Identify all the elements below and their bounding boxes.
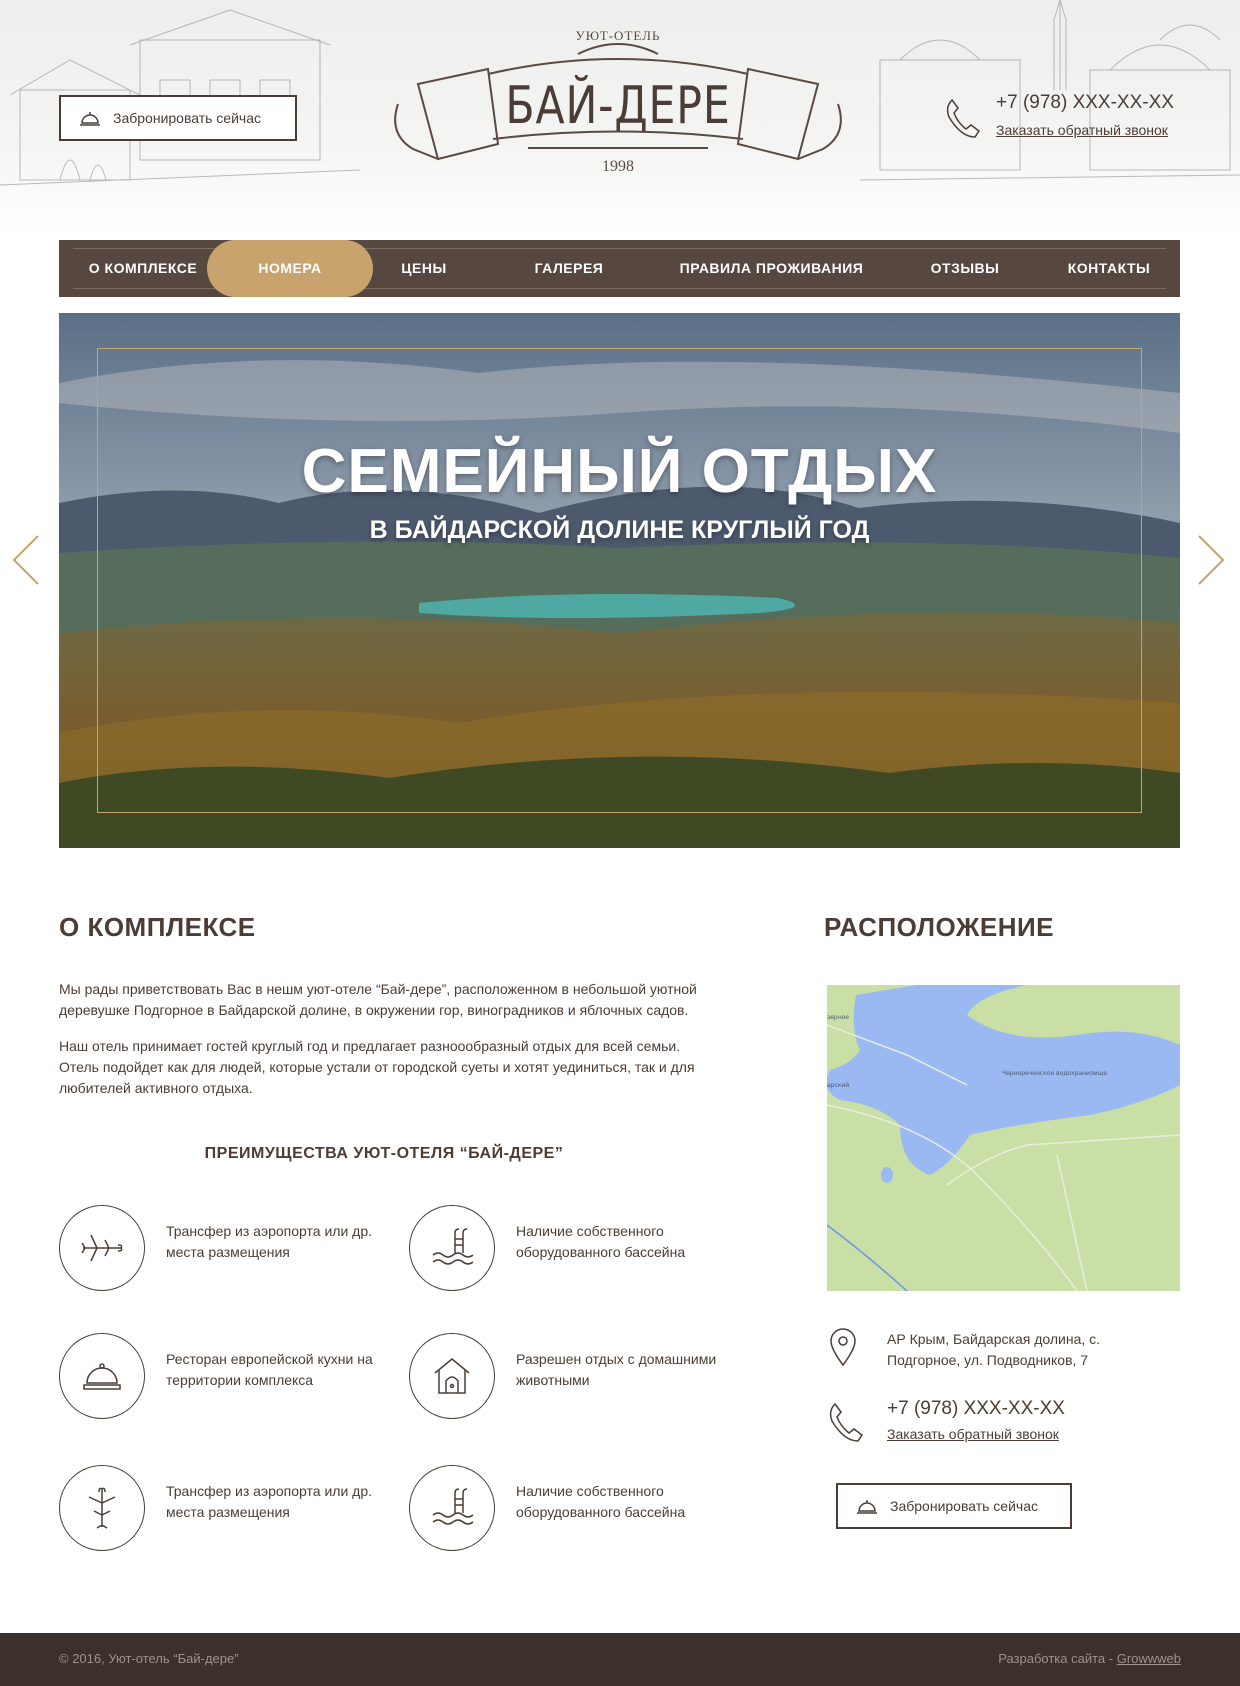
feature-item: Разрешен отдых с домашними животными <box>409 1333 729 1423</box>
footer-developer-link[interactable]: Growwweb <box>1117 1651 1181 1666</box>
about-paragraph-2: Наш отель принимает гостей круглый год и… <box>59 1038 695 1096</box>
airplane-icon <box>59 1465 145 1551</box>
logo-subtitle: УЮТ-ОТЕЛЬ <box>575 28 661 43</box>
header-callback-link[interactable]: Заказать обратный звонок <box>996 122 1168 138</box>
hero-frame <box>97 348 1142 813</box>
about-title: О КОМПЛЕКСЕ <box>59 912 256 942</box>
feature-item: Наличие собственного оборудованного басс… <box>409 1465 729 1555</box>
logo-name: БАЙ-ДЕРЕ <box>505 76 731 136</box>
hero-subtitle: В БАЙДАРСКОЙ ДОЛИНЕ КРУГЛЫЙ ГОД <box>369 516 870 544</box>
header: Забронировать сейчас УЮТ-ОТЕЛЬ БАЙ-ДЕРЕ … <box>0 0 1240 235</box>
chevron-left-icon[interactable] <box>10 532 42 588</box>
nav-item-rules[interactable]: ПРАВИЛА ПРОЖИВАНИЯ <box>659 240 884 297</box>
nav-item-contacts[interactable]: КОНТАКТЫ <box>1049 240 1169 297</box>
feature-text: Трансфер из аэропорта или др. места разм… <box>166 1483 373 1520</box>
map-label: арский <box>827 1082 849 1089</box>
feature-text: Ресторан европейской кухни на территории… <box>166 1351 373 1388</box>
cloche-icon <box>857 1500 877 1514</box>
address-row: АР Крым, Байдарская долина, с. Подгорное… <box>827 1325 1180 1385</box>
footer-copyright: © 2016, Уют-отель “Бай-дере” <box>59 1651 239 1666</box>
hotel-logo[interactable]: УЮТ-ОТЕЛЬ БАЙ-ДЕРЕ 1998 <box>378 24 858 184</box>
footer: © 2016, Уют-отель “Бай-дере” Разработка … <box>0 1633 1240 1686</box>
footer-developer: Разработка сайта - Growwweb <box>998 1651 1181 1666</box>
about-paragraph-1: Мы рады приветствовать Вас в нешм уют-от… <box>59 981 697 1018</box>
feature-item: Трансфер из аэропорта или др. места разм… <box>59 1465 379 1555</box>
location-title: РАСПОЛОЖЕНИЕ <box>824 912 1054 942</box>
hero-title: СЕМЕЙНЫЙ ОТДЫХ <box>301 437 938 506</box>
pool-icon <box>409 1205 495 1291</box>
location-map[interactable]: Чернореченское водохранилище зерное арск… <box>827 985 1180 1291</box>
header-phone-number[interactable]: +7 (978) XXX-XX-XX <box>996 92 1174 114</box>
nav-item-gallery[interactable]: ГАЛЕРЕЯ <box>514 240 624 297</box>
feature-item: Ресторан европейской кухни на территории… <box>59 1333 379 1423</box>
pet-house-icon <box>409 1333 495 1419</box>
book-now-label: Забронировать сейчас <box>113 110 261 126</box>
map-pin-icon <box>830 1328 856 1367</box>
main-nav: О КОМПЛЕКСЕ НОМЕРА ЦЕНЫ ГАЛЕРЕЯ ПРАВИЛА … <box>59 240 1180 297</box>
nav-item-about[interactable]: О КОМПЛЕКСЕ <box>73 240 213 297</box>
feature-text: Разрешен отдых с домашними животными <box>516 1351 717 1388</box>
feature-text: Наличие собственного оборудованного басс… <box>516 1223 686 1260</box>
chevron-right-icon[interactable] <box>1195 532 1227 588</box>
location-callback-link[interactable]: Заказать обратный звонок <box>887 1426 1059 1442</box>
feature-item: Наличие собственного оборудованного басс… <box>409 1205 729 1295</box>
logo-year: 1998 <box>602 158 634 175</box>
map-label: зерное <box>827 1014 849 1021</box>
advantages-title: ПРЕИМУЩЕСТВА УЮТ-ОТЕЛЯ “БАЙ-ДЕРЕ” <box>204 1145 564 1162</box>
cloche-icon <box>80 112 100 126</box>
location-book-now-button[interactable]: Забронировать сейчас <box>836 1483 1072 1529</box>
feature-text: Наличие собственного оборудованного басс… <box>516 1483 686 1520</box>
nav-item-prices[interactable]: ЦЕНЫ <box>379 240 469 297</box>
footer-developer-prefix: Разработка сайта - <box>998 1651 1117 1666</box>
book-now-button[interactable]: Забронировать сейчас <box>59 95 297 141</box>
map-image: Чернореченское водохранилище зерное арск… <box>827 985 1180 1291</box>
phone-icon <box>829 1402 863 1442</box>
header-phone-block: +7 (978) XXX-XX-XX Заказать обратный зво… <box>944 90 1184 146</box>
phone-icon <box>946 98 980 138</box>
book-now-label: Забронировать сейчас <box>890 1498 1038 1514</box>
address-text: АР Крым, Байдарская долина, с. Подгорное… <box>887 1331 1101 1368</box>
feature-item: Трансфер из аэропорта или др. места разм… <box>59 1205 379 1295</box>
nav-item-reviews[interactable]: ОТЗЫВЫ <box>915 240 1015 297</box>
pool-icon <box>409 1465 495 1551</box>
location-phone-number[interactable]: +7 (978) XXX-XX-XX <box>887 1398 1065 1420</box>
airplane-icon <box>59 1205 145 1291</box>
cloche-icon <box>59 1333 145 1419</box>
location-phone-row: +7 (978) XXX-XX-XX Заказать обратный зво… <box>827 1396 1180 1456</box>
map-lake-label: Чернореченское водохранилище <box>1002 1070 1107 1077</box>
feature-text: Трансфер из аэропорта или др. места разм… <box>166 1223 373 1260</box>
nav-item-rooms[interactable]: НОМЕРА <box>207 240 373 297</box>
hero-slider: СЕМЕЙНЫЙ ОТДЫХ В БАЙДАРСКОЙ ДОЛИНЕ КРУГЛ… <box>59 313 1180 848</box>
